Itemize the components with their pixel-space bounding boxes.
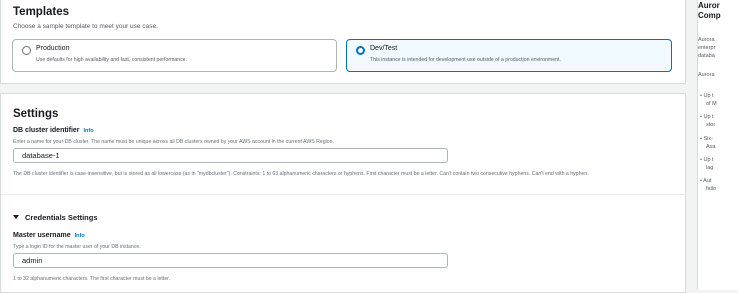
side-title-line: Auror bbox=[698, 1, 720, 10]
side-text-line: databa bbox=[698, 53, 715, 59]
credentials-settings-toggle[interactable]: Credentials Settings bbox=[13, 213, 98, 222]
side-bullet-text: Up t bbox=[703, 157, 714, 163]
cluster-identifier-value: database-1 bbox=[22, 151, 60, 160]
radio-production[interactable] bbox=[22, 46, 31, 55]
side-text-line: Aurora bbox=[698, 72, 715, 78]
main-content: Templates Choose a sample template to me… bbox=[0, 0, 687, 293]
side-bullet-cont: failo bbox=[706, 186, 717, 192]
info-link[interactable]: Info bbox=[75, 233, 85, 239]
help-side-panel: Auror Comp Aurora enterpr databa Aurora … bbox=[697, 0, 738, 290]
divider bbox=[1, 194, 687, 195]
template-option-devtest[interactable]: Dev/Test This instance is intended for d… bbox=[346, 39, 672, 72]
radio-devtest[interactable] bbox=[356, 46, 365, 55]
caret-down-icon bbox=[13, 215, 19, 219]
info-link[interactable]: Info bbox=[84, 128, 94, 134]
cluster-identifier-constraint: The DB cluster identifier is case-insens… bbox=[13, 171, 589, 177]
side-text-line: enterpr bbox=[698, 45, 716, 51]
side-bullet-text: Six- bbox=[703, 136, 713, 142]
template-option-desc: Use defaults for high availability and f… bbox=[36, 57, 188, 63]
template-option-title: Dev/Test bbox=[370, 45, 398, 52]
side-bullet-text: Aut bbox=[703, 178, 712, 184]
side-bullet-text: Up t bbox=[703, 114, 714, 120]
side-bullet-cont: lag bbox=[706, 165, 714, 171]
master-username-value: admin bbox=[22, 256, 43, 265]
master-username-input[interactable]: admin bbox=[13, 253, 448, 268]
template-option-desc: This instance is intended for developmen… bbox=[370, 57, 561, 63]
side-bullet-cont: stor bbox=[706, 122, 716, 128]
master-username-desc: Type a login ID for the master user of y… bbox=[13, 244, 141, 250]
master-username-label: Master username Info bbox=[13, 232, 85, 239]
master-username-constraint: 1 to 32 alphanumeric characters. The fir… bbox=[13, 276, 171, 282]
cluster-identifier-desc: Enter a name for your DB cluster. The na… bbox=[13, 139, 335, 145]
settings-title: Settings bbox=[13, 108, 59, 120]
side-bullet-text: Up t bbox=[703, 93, 714, 99]
side-bullet-line: • Up t bbox=[700, 114, 714, 120]
side-bullet-cont: Ava bbox=[706, 144, 716, 150]
template-option-production[interactable]: Production Use defaults for high availab… bbox=[12, 39, 337, 72]
side-bullet-cont: of M bbox=[706, 101, 717, 107]
cluster-identifier-label: DB cluster identifier Info bbox=[13, 127, 94, 134]
side-title-line: Comp bbox=[698, 11, 721, 20]
credentials-settings-label: Credentials Settings bbox=[25, 213, 98, 222]
side-bullet-line: • Up t bbox=[700, 93, 714, 99]
cluster-identifier-input[interactable]: database-1 bbox=[13, 148, 448, 163]
templates-panel: Templates Choose a sample template to me… bbox=[0, 0, 686, 84]
side-bullet-line: • Aut bbox=[700, 178, 712, 184]
templates-subtitle: Choose a sample template to meet your us… bbox=[13, 23, 158, 30]
master-username-label-text: Master username bbox=[13, 232, 71, 239]
templates-title: Templates bbox=[13, 6, 70, 18]
cluster-identifier-label-text: DB cluster identifier bbox=[13, 127, 80, 134]
side-bullet-line: • Six- bbox=[700, 136, 713, 142]
side-bullet-line: • Up t bbox=[700, 157, 714, 163]
settings-panel: Settings DB cluster identifier Info Enter… bbox=[0, 93, 687, 293]
side-text-line: Aurora bbox=[698, 37, 715, 43]
template-option-title: Production bbox=[36, 45, 70, 52]
